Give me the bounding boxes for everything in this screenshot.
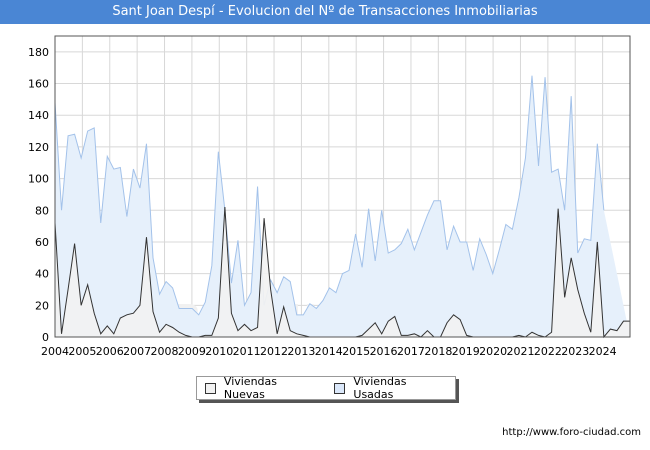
x-tick-label: 2024 (589, 345, 617, 358)
x-tick-label: 2018 (424, 345, 452, 358)
x-tick-label: 2008 (151, 345, 179, 358)
x-tick-label: 2014 (315, 345, 343, 358)
legend: Viviendas Nuevas Viviendas Usadas (196, 375, 456, 401)
x-tick-label: 2013 (287, 345, 315, 358)
x-tick-label: 2007 (123, 345, 151, 358)
y-tick-label: 0 (42, 331, 49, 344)
x-tick-label: 2009 (178, 345, 206, 358)
x-tick-label: 2006 (96, 345, 124, 358)
x-tick-label: 2004 (41, 345, 69, 358)
y-tick-label: 80 (35, 204, 49, 217)
x-tick-label: 2023 (561, 345, 589, 358)
legend-label-usadas: Viviendas Usadas (353, 375, 407, 401)
chart-title: Sant Joan Despí - Evolucion del Nº de Tr… (0, 0, 650, 24)
x-tick-label: 2017 (397, 345, 425, 358)
y-tick-label: 40 (35, 268, 49, 281)
x-tick-label: 2020 (479, 345, 507, 358)
y-tick-label: 60 (35, 236, 49, 249)
y-axis: 0 20 40 60 80 100 120 140 160 180 (28, 46, 49, 344)
x-tick-label: 2015 (342, 345, 370, 358)
y-tick-label: 180 (28, 46, 49, 59)
legend-swatch-nuevas (205, 382, 216, 394)
x-tick-label: 2022 (534, 345, 562, 358)
source-link[interactable]: http://www.foro-ciudad.com (502, 427, 641, 438)
y-tick-label: 100 (28, 173, 49, 186)
y-tick-label: 140 (28, 109, 49, 122)
y-tick-label: 20 (35, 299, 49, 312)
y-tick-label: 120 (28, 141, 49, 154)
x-axis: 2004 2005 2006 2007 2008 2009 2010 2011 2012 2013… (41, 345, 617, 358)
legend-item-nuevas: Viviendas Nuevas (205, 375, 320, 401)
x-tick-label: 2005 (68, 345, 96, 358)
x-tick-label: 2021 (506, 345, 534, 358)
x-tick-label: 2011 (233, 345, 261, 358)
x-tick-label: 2010 (205, 345, 233, 358)
y-tick-label: 160 (28, 78, 49, 91)
x-tick-label: 2019 (452, 345, 480, 358)
legend-label-nuevas: Viviendas Nuevas (223, 375, 278, 401)
x-tick-label: 2012 (260, 345, 288, 358)
area-chart: FORO-CIUDAD.COM 020406080100120140160180… (28, 35, 631, 358)
legend-swatch-usadas (334, 382, 346, 394)
legend-item-usadas: Viviendas Usadas (334, 375, 449, 401)
x-tick-label: 2016 (370, 345, 398, 358)
